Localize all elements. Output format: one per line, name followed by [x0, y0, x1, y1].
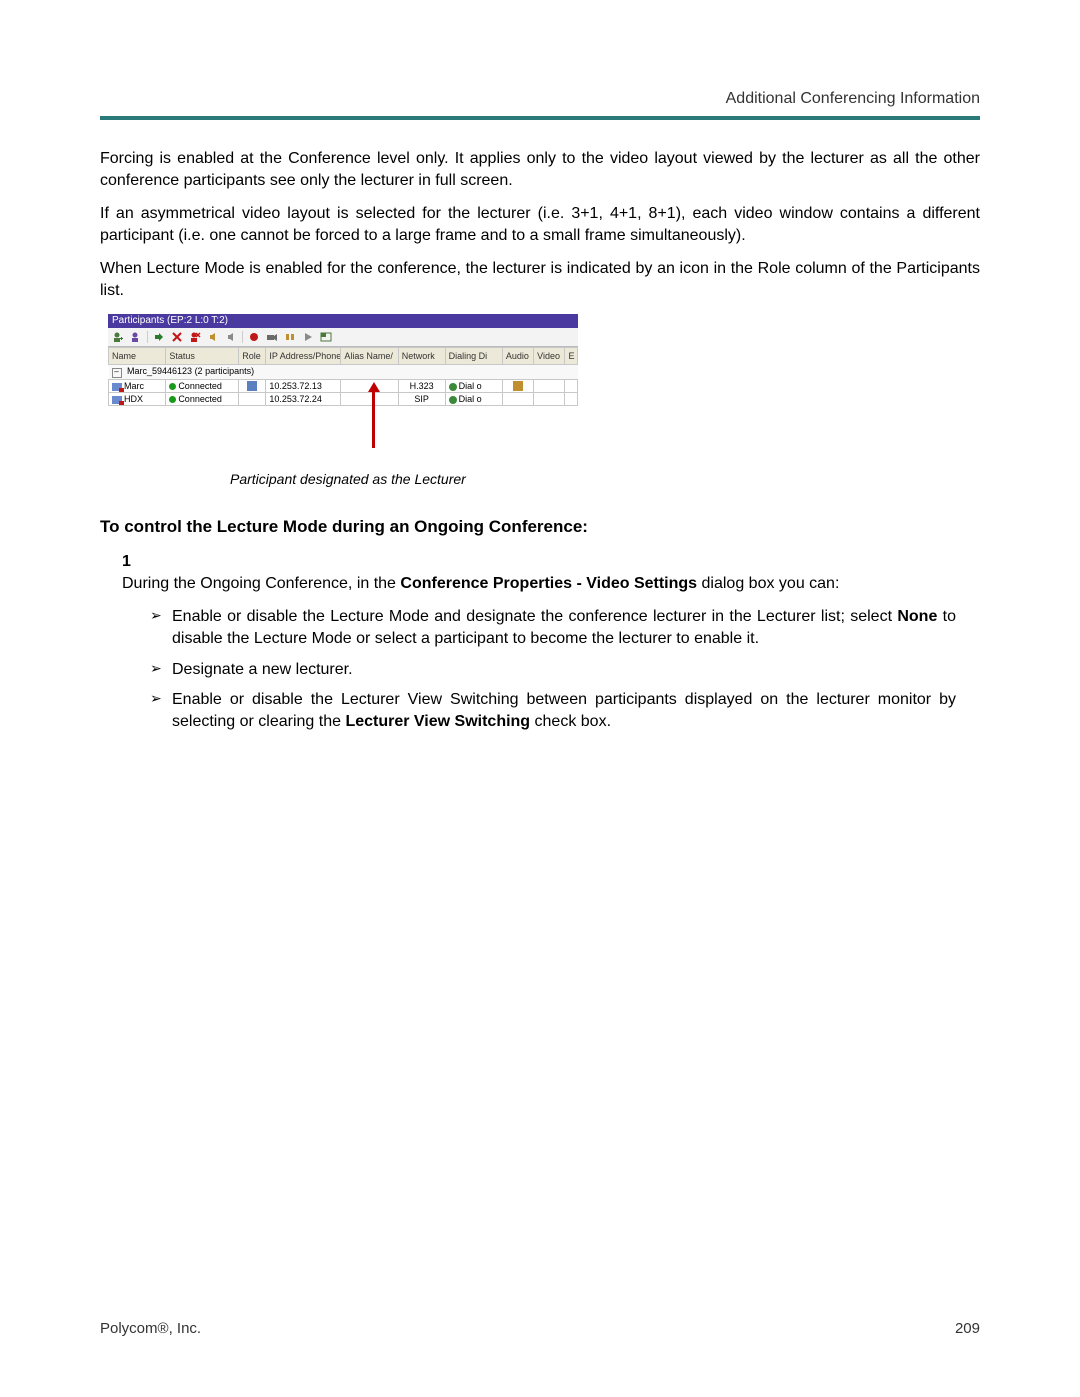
endpoint-icon	[112, 383, 122, 391]
page-header-right: Additional Conferencing Information	[100, 90, 980, 108]
camera-icon[interactable]	[265, 330, 279, 344]
conference-group-row[interactable]: – Marc_59446123 (2 participants)	[109, 364, 578, 379]
col-alias[interactable]: Alias Name/	[341, 347, 398, 364]
table-empty-row	[109, 406, 578, 459]
bullet-text-bold: Lecturer View Switching	[345, 713, 530, 730]
col-network[interactable]: Network	[398, 347, 445, 364]
participants-table: Name Status Role IP Address/Phone Alias …	[108, 347, 578, 459]
bullet-text-post: check box.	[530, 713, 611, 730]
bullet-item: Enable or disable the Lecturer View Swit…	[150, 689, 956, 734]
step-item: 1 During the Ongoing Conference, in the …	[122, 551, 980, 742]
numbered-steps: 1 During the Ongoing Conference, in the …	[122, 551, 980, 742]
callout-arrow-head-icon	[368, 382, 380, 392]
delete-participant-icon[interactable]	[188, 330, 202, 344]
endpoint-icon	[112, 396, 122, 404]
header-divider	[100, 116, 980, 120]
bullet-text-bold: None	[897, 608, 937, 625]
add-participant-icon[interactable]	[111, 330, 125, 344]
paragraph-2: If an asymmetrical video layout is selec…	[100, 203, 980, 246]
group-label: Marc_59446123 (2 participants)	[127, 366, 254, 376]
dial-icon	[449, 383, 457, 391]
col-dialing[interactable]: Dialing Di	[445, 347, 502, 364]
record-icon[interactable]	[247, 330, 261, 344]
connect-icon[interactable]	[152, 330, 166, 344]
col-status[interactable]: Status	[166, 347, 239, 364]
cell-network: H.323	[398, 379, 445, 393]
new-participant-icon[interactable]	[129, 330, 143, 344]
lecturer-role-icon	[247, 381, 257, 391]
disconnect-icon[interactable]	[170, 330, 184, 344]
cell-ip: 10.253.72.24	[266, 393, 341, 406]
participants-panel: Participants (EP:2 L:0 T:2)	[108, 314, 578, 459]
toolbar-separator	[147, 331, 148, 343]
paragraph-1: Forcing is enabled at the Conference lev…	[100, 148, 980, 191]
cell-status: Connected	[178, 381, 222, 391]
step-text-pre: During the Ongoing Conference, in the	[122, 575, 400, 592]
table-header-row: Name Status Role IP Address/Phone Alias …	[109, 347, 578, 364]
status-connected-icon	[169, 396, 176, 403]
col-video[interactable]: Video	[534, 347, 565, 364]
section-heading: To control the Lecture Mode during an On…	[100, 517, 980, 537]
cell-name: HDX	[124, 394, 143, 404]
audio-active-icon	[513, 381, 523, 391]
paragraph-3: When Lecture Mode is enabled for the con…	[100, 258, 980, 301]
cell-status: Connected	[178, 394, 222, 404]
bullet-list: Enable or disable the Lecture Mode and d…	[150, 606, 956, 734]
cell-network: SIP	[398, 393, 445, 406]
footer-page-number: 209	[955, 1320, 980, 1337]
step-text-bold: Conference Properties - Video Settings	[400, 575, 697, 592]
callout-arrow-stem	[372, 392, 375, 448]
resume-video-icon[interactable]	[301, 330, 315, 344]
step-number: 1	[122, 551, 142, 573]
cell-ip: 10.253.72.13	[266, 379, 341, 393]
bullet-text-pre: Enable or disable the Lecture Mode and d…	[172, 608, 897, 625]
toolbar-separator	[242, 331, 243, 343]
cell-name: Marc	[124, 381, 144, 391]
collapse-icon[interactable]: –	[112, 368, 122, 378]
mute-audio-icon[interactable]	[206, 330, 220, 344]
col-audio[interactable]: Audio	[502, 347, 533, 364]
cell-dialing: Dial o	[459, 381, 482, 391]
participants-title-bar: Participants (EP:2 L:0 T:2)	[108, 314, 578, 328]
col-e[interactable]: E	[565, 347, 578, 364]
status-connected-icon	[169, 383, 176, 390]
participants-toolbar	[108, 328, 578, 347]
bullet-item: Enable or disable the Lecture Mode and d…	[150, 606, 956, 651]
cell-alias	[341, 393, 398, 406]
table-row[interactable]: HDX Connected 10.253.72.24 SIP Dial o	[109, 393, 578, 406]
cell-dialing: Dial o	[459, 394, 482, 404]
footer-left: Polycom®, Inc.	[100, 1320, 201, 1337]
col-ip[interactable]: IP Address/Phone	[266, 347, 341, 364]
col-name[interactable]: Name	[109, 347, 166, 364]
unmute-audio-icon[interactable]	[224, 330, 238, 344]
dial-icon	[449, 396, 457, 404]
callout-text: Participant designated as the Lecturer	[230, 470, 980, 489]
step-text-post: dialog box you can:	[697, 575, 839, 592]
table-row[interactable]: Marc Connected 10.253.72.13 H.323 Dial o	[109, 379, 578, 393]
page-footer: Polycom®, Inc. 209	[100, 1320, 980, 1337]
suspend-video-icon[interactable]	[283, 330, 297, 344]
layout-icon[interactable]	[319, 330, 333, 344]
col-role[interactable]: Role	[239, 347, 266, 364]
bullet-item: Designate a new lecturer.	[150, 659, 956, 681]
